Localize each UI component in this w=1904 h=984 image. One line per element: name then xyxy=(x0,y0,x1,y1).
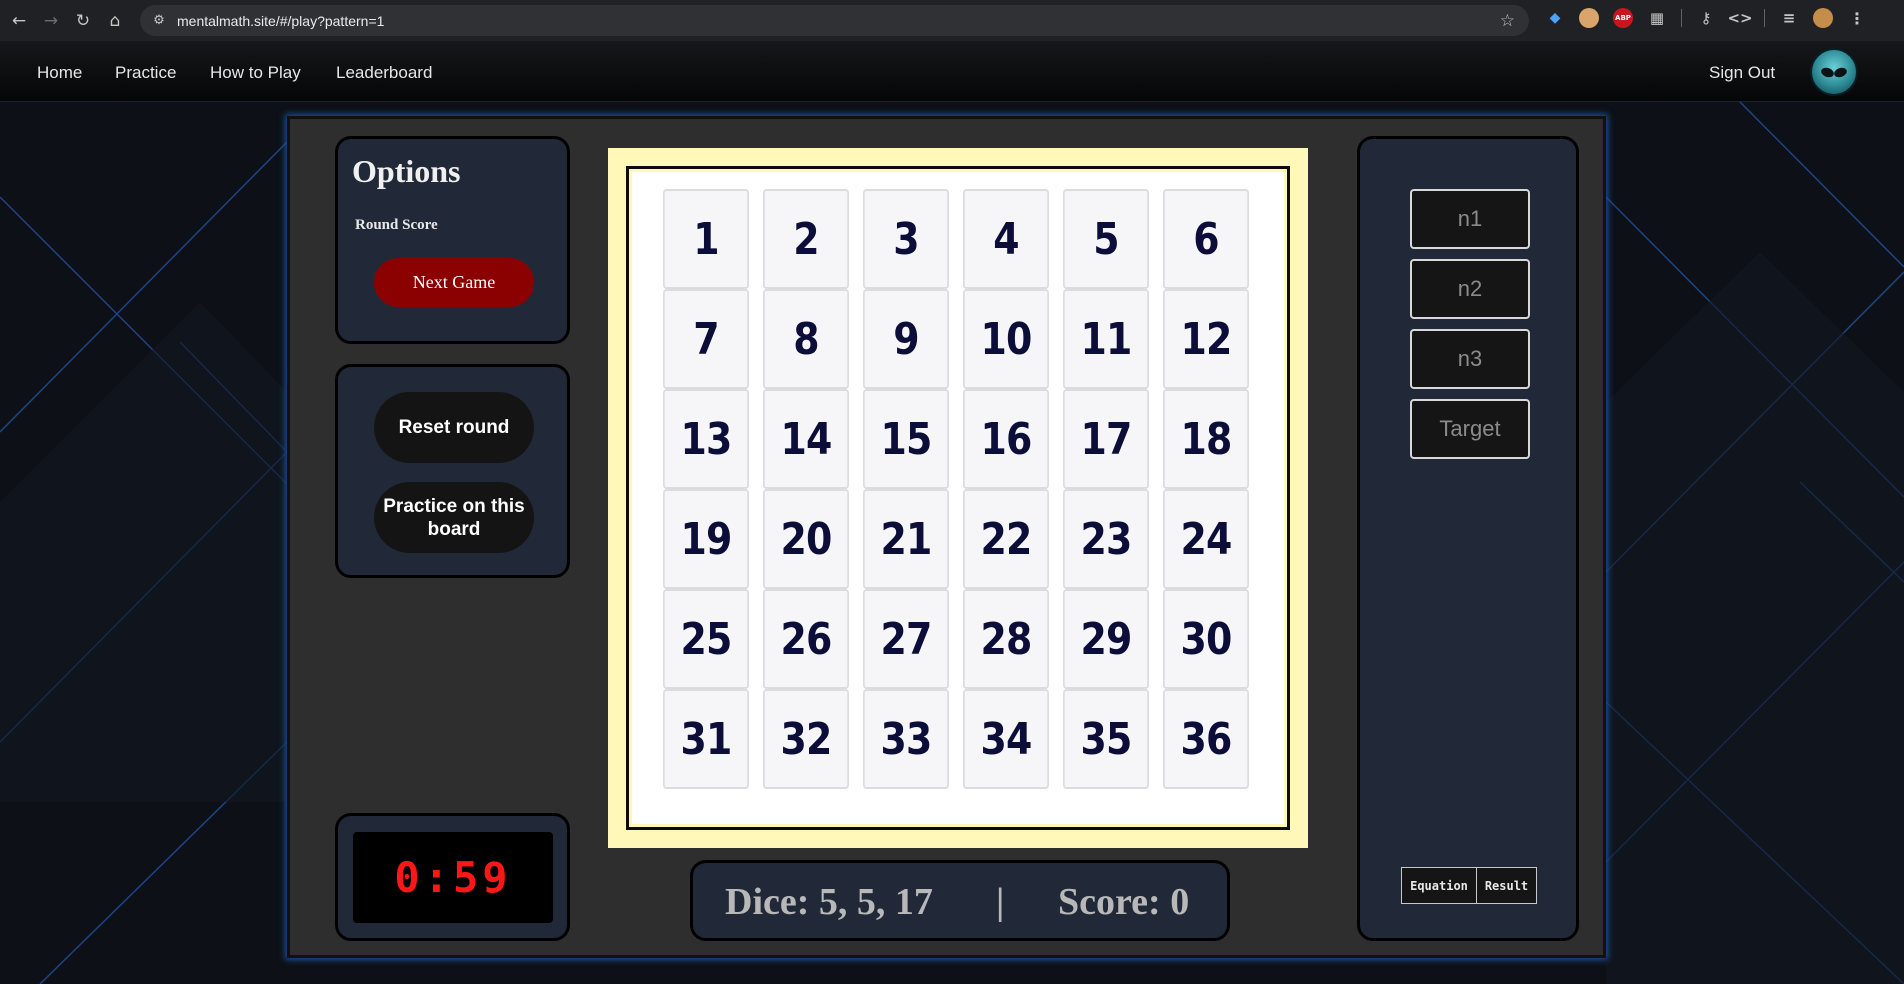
board-cell[interactable]: 33 xyxy=(863,689,949,789)
tab-equation[interactable]: Equation xyxy=(1401,867,1477,904)
board-cell[interactable]: 19 xyxy=(663,489,749,589)
nav-leaderboard[interactable]: Leaderboard xyxy=(336,63,432,83)
game-frame: Options Round Score Next Game Reset roun… xyxy=(287,116,1606,958)
back-arrow-icon[interactable]: ← xyxy=(6,8,32,34)
board-cell[interactable]: 7 xyxy=(663,289,749,389)
board-cell[interactable]: 1 xyxy=(663,189,749,289)
board-cell[interactable]: 26 xyxy=(763,589,849,689)
board-cell[interactable]: 20 xyxy=(763,489,849,589)
toolbar-divider xyxy=(1681,9,1682,27)
number-board: 1 2 3 4 5 6 7 8 9 10 11 12 13 14 15 16 17 18 19 20 21 22 23 24 2… xyxy=(608,148,1308,848)
board-cell[interactable]: 6 xyxy=(1163,189,1249,289)
alien-eye xyxy=(1832,66,1849,79)
board-cell[interactable]: 3 xyxy=(863,189,949,289)
board-cell[interactable]: 35 xyxy=(1063,689,1149,789)
nav-how-to-play[interactable]: How to Play xyxy=(210,63,301,83)
profile-avatar-icon[interactable] xyxy=(1813,8,1833,28)
board-cell[interactable]: 4 xyxy=(963,189,1049,289)
status-separator: | xyxy=(996,881,1005,923)
nav-home[interactable]: Home xyxy=(37,63,82,83)
options-title: Options xyxy=(352,153,461,189)
board-cell[interactable]: 13 xyxy=(663,389,749,489)
board-cell[interactable]: 8 xyxy=(763,289,849,389)
bookmark-star-icon[interactable]: ☆ xyxy=(1500,11,1515,31)
n2-slot[interactable]: n2 xyxy=(1410,259,1530,319)
board-cell[interactable]: 32 xyxy=(763,689,849,789)
board-cell[interactable]: 16 xyxy=(963,389,1049,489)
adblock-extension-icon[interactable]: ABP xyxy=(1613,8,1633,28)
board-cell[interactable]: 29 xyxy=(1063,589,1149,689)
face-extension-icon[interactable] xyxy=(1579,8,1599,28)
board-cell[interactable]: 11 xyxy=(1063,289,1149,389)
address-bar[interactable]: ⚙ mentalmath.site/#/play?pattern=1 ☆ xyxy=(140,5,1529,36)
board-cell[interactable]: 18 xyxy=(1163,389,1249,489)
board-cell[interactable]: 21 xyxy=(863,489,949,589)
status-bar: Dice: 5, 5, 17 | Score: 0 xyxy=(690,860,1230,941)
board-cell[interactable]: 14 xyxy=(763,389,849,489)
dice-readout: Dice: 5, 5, 17 xyxy=(725,881,933,923)
alien-eye xyxy=(1819,66,1836,79)
board-cell[interactable]: 15 xyxy=(863,389,949,489)
number-grid: 1 2 3 4 5 6 7 8 9 10 11 12 13 14 15 16 17 18 19 20 21 22 23 24 2… xyxy=(656,189,1256,789)
board-cell[interactable]: 31 xyxy=(663,689,749,789)
options-panel: Options Round Score Next Game xyxy=(335,136,570,344)
reading-list-icon[interactable]: ≡ xyxy=(1779,8,1799,28)
n3-slot[interactable]: n3 xyxy=(1410,329,1530,389)
reset-round-button[interactable]: Reset round xyxy=(374,392,534,463)
site-settings-icon[interactable]: ⚙ xyxy=(149,11,169,31)
user-avatar-alien-icon[interactable] xyxy=(1810,48,1858,96)
app-navbar: Home Practice How to Play Leaderboard Si… xyxy=(0,41,1904,102)
next-game-button[interactable]: Next Game xyxy=(374,258,534,307)
board-cell[interactable]: 10 xyxy=(963,289,1049,389)
devtools-code-icon[interactable]: <> xyxy=(1727,8,1752,28)
practice-board-button[interactable]: Practice on this board xyxy=(374,482,534,553)
board-cell[interactable]: 2 xyxy=(763,189,849,289)
board-cell[interactable]: 22 xyxy=(963,489,1049,589)
board-cell[interactable]: 27 xyxy=(863,589,949,689)
browser-toolbar: ← → ↻ ⌂ ⚙ mentalmath.site/#/play?pattern… xyxy=(0,0,1904,41)
controls-panel: Reset round Practice on this board xyxy=(335,364,570,578)
extensions-area: ◆ ABP ▦ ⚷ <> ≡ ⋮ xyxy=(1545,8,1867,28)
board-cell[interactable]: 9 xyxy=(863,289,949,389)
board-cell[interactable]: 34 xyxy=(963,689,1049,789)
browser-menu-icon[interactable]: ⋮ xyxy=(1847,8,1867,28)
board-cell[interactable]: 17 xyxy=(1063,389,1149,489)
toolbar-divider xyxy=(1764,9,1765,27)
board-cell[interactable]: 25 xyxy=(663,589,749,689)
tab-result[interactable]: Result xyxy=(1477,867,1537,904)
gem-extension-icon[interactable]: ◆ xyxy=(1545,8,1565,28)
sign-out-link[interactable]: Sign Out xyxy=(1709,63,1775,83)
countdown-timer: 0:59 xyxy=(353,832,553,923)
reload-icon[interactable]: ↻ xyxy=(70,8,96,34)
board-cell[interactable]: 28 xyxy=(963,589,1049,689)
score-readout: Score: 0 xyxy=(1058,881,1190,923)
nav-practice[interactable]: Practice xyxy=(115,63,176,83)
password-key-icon[interactable]: ⚷ xyxy=(1696,8,1716,28)
board-surface: 1 2 3 4 5 6 7 8 9 10 11 12 13 14 15 16 17 18 19 20 21 22 23 24 2… xyxy=(632,172,1284,824)
home-icon[interactable]: ⌂ xyxy=(102,8,128,34)
round-score-label: Round Score xyxy=(355,217,438,233)
board-cell[interactable]: 23 xyxy=(1063,489,1149,589)
board-cell[interactable]: 24 xyxy=(1163,489,1249,589)
url-text[interactable]: mentalmath.site/#/play?pattern=1 xyxy=(177,13,384,29)
equation-panel: n1 n2 n3 Target Equation Result xyxy=(1357,136,1579,941)
n1-slot[interactable]: n1 xyxy=(1410,189,1530,249)
timer-panel: 0:59 xyxy=(335,813,570,941)
board-cell[interactable]: 36 xyxy=(1163,689,1249,789)
equation-result-tabs: Equation Result xyxy=(1401,867,1537,904)
extensions-puzzle-icon[interactable]: ▦ xyxy=(1647,8,1667,28)
target-slot[interactable]: Target xyxy=(1410,399,1530,459)
board-cell[interactable]: 30 xyxy=(1163,589,1249,689)
forward-arrow-icon[interactable]: → xyxy=(38,8,64,34)
board-cell[interactable]: 5 xyxy=(1063,189,1149,289)
board-cell[interactable]: 12 xyxy=(1163,289,1249,389)
